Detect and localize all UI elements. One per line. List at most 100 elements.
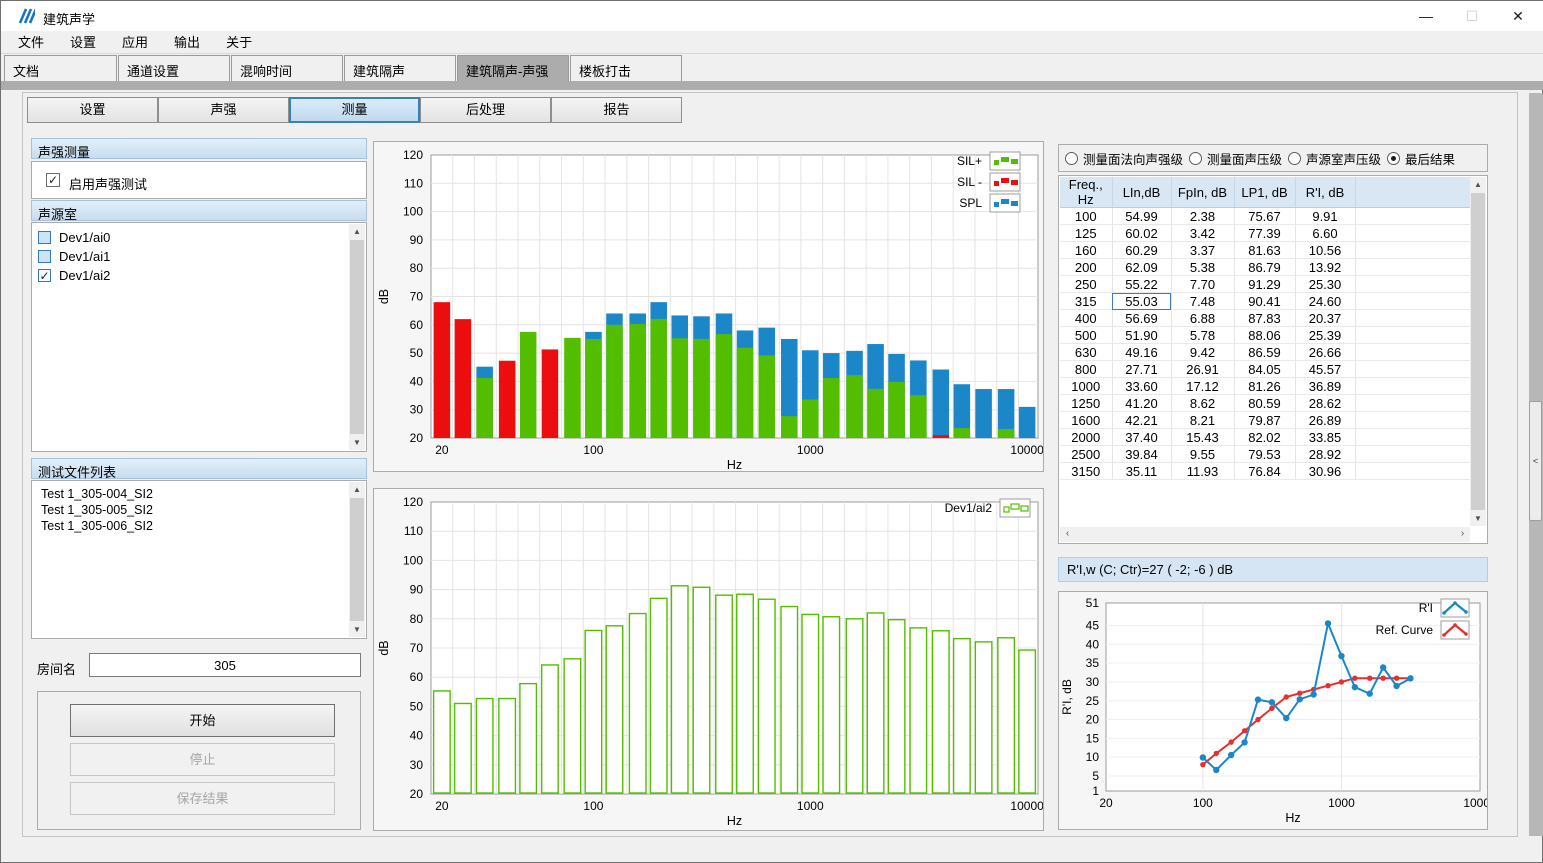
table-cell[interactable]: 84.05 bbox=[1234, 361, 1295, 378]
scroll-up-icon[interactable]: ▲ bbox=[1470, 177, 1486, 192]
table-cell[interactable]: 15.43 bbox=[1171, 429, 1234, 446]
scroll-right-icon[interactable]: › bbox=[1455, 527, 1470, 542]
table-cell[interactable] bbox=[1355, 293, 1474, 310]
table-cell[interactable]: 41.20 bbox=[1112, 395, 1171, 412]
maximize-button[interactable]: ☐ bbox=[1449, 1, 1495, 31]
table-cell[interactable]: 39.84 bbox=[1112, 446, 1171, 463]
table-cell[interactable]: 7.70 bbox=[1171, 276, 1234, 293]
table-cell[interactable]: 87.83 bbox=[1234, 310, 1295, 327]
menu-item-设置[interactable]: 设置 bbox=[57, 31, 109, 54]
scroll-thumb[interactable] bbox=[350, 240, 364, 434]
table-cell[interactable]: 315 bbox=[1060, 293, 1112, 310]
table-cell[interactable]: 13.92 bbox=[1295, 259, 1355, 276]
minimize-button[interactable]: — bbox=[1403, 1, 1449, 31]
table-cell[interactable]: 86.79 bbox=[1234, 259, 1295, 276]
table-cell[interactable]: 90.41 bbox=[1234, 293, 1295, 310]
table-cell[interactable]: 77.39 bbox=[1234, 225, 1295, 242]
save-results-button[interactable]: 保存结果 bbox=[70, 782, 335, 815]
table-cell[interactable]: 54.99 bbox=[1112, 208, 1171, 225]
table-cell[interactable]: 10.56 bbox=[1295, 242, 1355, 259]
channel-item-Dev1/ai0[interactable]: Dev1/ai0 bbox=[32, 228, 366, 247]
radio-circle-icon[interactable] bbox=[1065, 152, 1078, 165]
test-file-item[interactable]: Test 1_305-005_SI2 bbox=[32, 502, 366, 518]
table-cell[interactable]: 51.90 bbox=[1112, 327, 1171, 344]
table-cell[interactable]: 42.21 bbox=[1112, 412, 1171, 429]
scroll-up-icon[interactable]: ▲ bbox=[349, 224, 365, 239]
table-cell[interactable]: 17.12 bbox=[1171, 378, 1234, 395]
tab-混响时间[interactable]: 混响时间 bbox=[231, 55, 343, 81]
table-cell[interactable]: 33.60 bbox=[1112, 378, 1171, 395]
column-header[interactable]: LP1, dB bbox=[1234, 177, 1295, 208]
menu-item-关于[interactable]: 关于 bbox=[213, 31, 265, 54]
table-cell[interactable] bbox=[1355, 429, 1474, 446]
scroll-left-icon[interactable]: ‹ bbox=[1060, 527, 1075, 542]
table-cell[interactable]: 55.03 bbox=[1112, 293, 1171, 310]
table-cell[interactable] bbox=[1355, 327, 1474, 344]
table-cell[interactable] bbox=[1355, 463, 1474, 480]
subtab-声强[interactable]: 声强 bbox=[158, 97, 289, 123]
radio-测量面声压级[interactable]: 测量面声压级 bbox=[1189, 149, 1282, 168]
table-cell[interactable]: 27.71 bbox=[1112, 361, 1171, 378]
table-cell[interactable]: 7.48 bbox=[1171, 293, 1234, 310]
tab-通道设置[interactable]: 通道设置 bbox=[118, 55, 230, 81]
table-cell[interactable]: 5.38 bbox=[1171, 259, 1234, 276]
table-cell[interactable]: 5.78 bbox=[1171, 327, 1234, 344]
table-cell[interactable]: 81.26 bbox=[1234, 378, 1295, 395]
table-cell[interactable]: 60.02 bbox=[1112, 225, 1171, 242]
scroll-down-icon[interactable]: ▼ bbox=[1470, 511, 1486, 526]
table-cell[interactable]: 2.38 bbox=[1171, 208, 1234, 225]
table-cell[interactable]: 1600 bbox=[1060, 412, 1112, 429]
table-cell[interactable]: 3150 bbox=[1060, 463, 1112, 480]
table-cell[interactable]: 3.42 bbox=[1171, 225, 1234, 242]
table-cell[interactable]: 37.40 bbox=[1112, 429, 1171, 446]
collapse-panel-button[interactable]: < bbox=[1529, 401, 1542, 521]
table-cell[interactable] bbox=[1355, 276, 1474, 293]
table-cell[interactable]: 11.93 bbox=[1171, 463, 1234, 480]
table-cell[interactable]: 91.29 bbox=[1234, 276, 1295, 293]
channel-checkbox[interactable]: ✓ bbox=[38, 269, 51, 282]
table-cell[interactable]: 2000 bbox=[1060, 429, 1112, 446]
radio-声源室声压级[interactable]: 声源室声压级 bbox=[1288, 149, 1381, 168]
table-cell[interactable]: 1000 bbox=[1060, 378, 1112, 395]
table-cell[interactable]: 62.09 bbox=[1112, 259, 1171, 276]
table-cell[interactable]: 26.66 bbox=[1295, 344, 1355, 361]
table-cell[interactable]: 500 bbox=[1060, 327, 1112, 344]
tab-建筑隔声[interactable]: 建筑隔声 bbox=[344, 55, 456, 81]
column-header[interactable]: FpIn, dB bbox=[1171, 177, 1234, 208]
table-cell[interactable]: 81.63 bbox=[1234, 242, 1295, 259]
column-header[interactable]: R'I, dB bbox=[1295, 177, 1355, 208]
table-cell[interactable]: 25.39 bbox=[1295, 327, 1355, 344]
table-cell[interactable]: 79.87 bbox=[1234, 412, 1295, 429]
table-cell[interactable]: 6.88 bbox=[1171, 310, 1234, 327]
table-cell[interactable]: 49.16 bbox=[1112, 344, 1171, 361]
table-cell[interactable]: 86.59 bbox=[1234, 344, 1295, 361]
table-cell[interactable]: 33.85 bbox=[1295, 429, 1355, 446]
table-cell[interactable] bbox=[1355, 344, 1474, 361]
table-cell[interactable]: 76.84 bbox=[1234, 463, 1295, 480]
subtab-设置[interactable]: 设置 bbox=[27, 97, 158, 123]
enable-intensity-checkbox[interactable]: ✓ bbox=[46, 173, 60, 187]
room-name-input[interactable] bbox=[89, 653, 361, 677]
table-cell[interactable]: 79.53 bbox=[1234, 446, 1295, 463]
table-cell[interactable]: 75.67 bbox=[1234, 208, 1295, 225]
subtab-报告[interactable]: 报告 bbox=[551, 97, 682, 123]
file-list-scrollbar[interactable]: ▲ ▼ bbox=[349, 482, 365, 637]
radio-circle-icon[interactable] bbox=[1387, 152, 1400, 165]
table-cell[interactable]: 100 bbox=[1060, 208, 1112, 225]
tab-文档[interactable]: 文档 bbox=[4, 55, 117, 81]
menu-item-输出[interactable]: 输出 bbox=[161, 31, 213, 54]
table-cell[interactable]: 8.62 bbox=[1171, 395, 1234, 412]
radio-测量面法向声强级[interactable]: 测量面法向声强级 bbox=[1065, 149, 1183, 168]
table-cell[interactable] bbox=[1355, 361, 1474, 378]
channel-checkbox[interactable] bbox=[38, 250, 51, 263]
close-button[interactable]: ✕ bbox=[1495, 1, 1541, 31]
table-cell[interactable]: 1250 bbox=[1060, 395, 1112, 412]
channel-list-scrollbar[interactable]: ▲ ▼ bbox=[349, 224, 365, 450]
table-cell[interactable] bbox=[1355, 259, 1474, 276]
table-cell[interactable]: 3.37 bbox=[1171, 242, 1234, 259]
table-cell[interactable]: 9.42 bbox=[1171, 344, 1234, 361]
start-button[interactable]: 开始 bbox=[70, 704, 335, 737]
table-cell[interactable]: 36.89 bbox=[1295, 378, 1355, 395]
table-cell[interactable]: 250 bbox=[1060, 276, 1112, 293]
table-cell[interactable]: 25.30 bbox=[1295, 276, 1355, 293]
